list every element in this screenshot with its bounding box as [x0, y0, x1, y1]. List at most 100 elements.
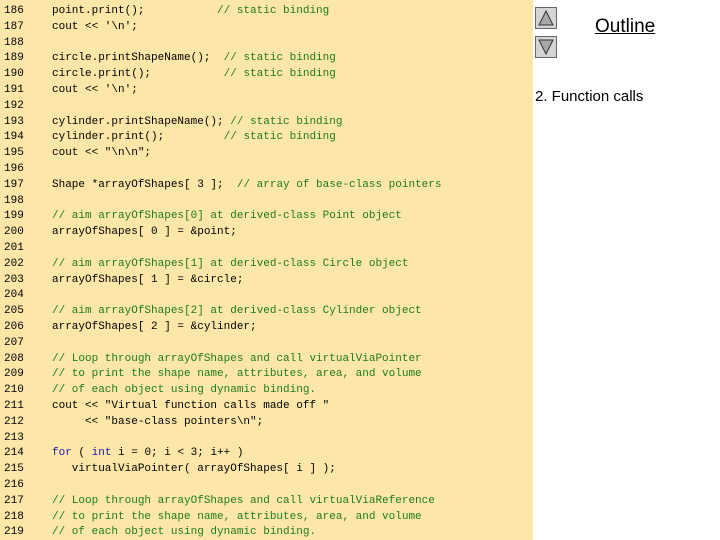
- line-number: 203: [4, 273, 24, 286]
- code-line: 207: [0, 335, 533, 351]
- code-token: (: [71, 447, 92, 460]
- code-text: arrayOfShapes[ 2 ] = &cylinder;: [52, 319, 257, 335]
- code-line: 219 // of each object using dynamic bindi…: [0, 524, 533, 540]
- code-line: 206 arrayOfShapes[ 2 ] = &cylinder;: [0, 319, 533, 335]
- code-text: circle.print(); // static binding: [52, 66, 336, 82]
- line-number: 209: [4, 368, 24, 381]
- code-comment: // static binding: [223, 131, 336, 144]
- line-number: 194: [4, 131, 24, 144]
- code-comment: // static binding: [230, 115, 343, 128]
- line-number: 186: [4, 5, 24, 17]
- code-text: virtualViaPointer( arrayOfShapes[ i ] );: [52, 461, 336, 477]
- code-text: cout << "\n\n";: [52, 145, 151, 161]
- line-number: 217: [4, 494, 24, 507]
- code-text: circle.printShapeName(); // static bindi…: [52, 50, 336, 66]
- code-text: cylinder.print(); // static binding: [52, 129, 336, 145]
- line-number: 214: [4, 447, 24, 460]
- code-line: 218 // to print the shape name, attribute…: [0, 509, 533, 525]
- code-text: point.print(); // static binding: [52, 3, 329, 19]
- line-number: 188: [4, 36, 24, 49]
- code-text: // of each object using dynamic binding.: [52, 524, 316, 540]
- code-line: 199 // aim arrayOfShapes[0] at derived-cl…: [0, 208, 533, 224]
- code-token: virtualViaPointer( arrayOfShapes[ i ] );: [52, 463, 336, 476]
- line-number: 199: [4, 210, 24, 223]
- code-line: 192: [0, 98, 533, 114]
- line-number: 205: [4, 305, 24, 318]
- code-text: // to print the shape name, attributes, …: [52, 366, 422, 382]
- code-line: 193 cylinder.printShapeName(); // static …: [0, 114, 533, 130]
- code-line: 213: [0, 430, 533, 446]
- code-line: 188: [0, 35, 533, 51]
- code-comment: // of each object using dynamic binding.: [52, 384, 317, 397]
- line-number: 208: [4, 352, 24, 365]
- code-token: cylinder.print();: [52, 131, 224, 144]
- code-token: circle.printShapeName();: [52, 52, 224, 65]
- code-comment: // to print the shape name, attributes, …: [52, 368, 422, 381]
- line-number: 216: [4, 479, 24, 491]
- code-text: Shape *arrayOfShapes[ 3 ]; // array of b…: [52, 177, 441, 193]
- code-line: 186 point.print(); // static binding: [0, 3, 533, 19]
- code-comment: // Loop through arrayOfShapes and call v…: [52, 494, 435, 507]
- next-slide-button[interactable]: [535, 36, 557, 58]
- code-text: // Loop through arrayOfShapes and call v…: [52, 351, 422, 367]
- line-number: 187: [4, 20, 24, 33]
- code-comment: // array of base-class pointers: [236, 178, 442, 191]
- line-number: 189: [4, 52, 24, 65]
- code-comment: // aim arrayOfShapes[0] at derived-class…: [52, 210, 402, 223]
- line-number: 210: [4, 384, 24, 397]
- code-comment: // static binding: [217, 5, 330, 17]
- code-text: cout << '\n';: [52, 82, 138, 98]
- code-comment: // of each object using dynamic binding.: [52, 526, 317, 539]
- code-text: arrayOfShapes[ 1 ] = &circle;: [52, 272, 243, 288]
- line-number: 212: [4, 415, 24, 428]
- line-number: 195: [4, 147, 24, 160]
- code-keyword: int: [91, 447, 112, 460]
- code-token: arrayOfShapes[ 2 ] = &cylinder;: [52, 321, 257, 333]
- code-line: 198: [0, 193, 533, 209]
- outline-link[interactable]: Outline: [595, 16, 655, 38]
- code-line: 205 // aim arrayOfShapes[2] at derived-cl…: [0, 303, 533, 319]
- code-line: 190 circle.print(); // static binding: [0, 66, 533, 82]
- code-text: // of each object using dynamic binding.: [52, 382, 316, 398]
- code-line: 211 cout << "Virtual function calls made …: [0, 398, 533, 414]
- triangle-down-icon: [538, 39, 554, 55]
- code-text: // aim arrayOfShapes[0] at derived-class…: [52, 208, 402, 224]
- code-text: for ( int i = 0; i < 3; i++ ): [52, 445, 243, 461]
- code-token: Shape *arrayOfShapes[ 3 ];: [52, 178, 237, 191]
- line-number: 192: [4, 99, 24, 112]
- code-text: // aim arrayOfShapes[1] at derived-class…: [52, 256, 408, 272]
- code-line: 194 cylinder.print(); // static binding: [0, 129, 533, 145]
- line-number: 211: [4, 400, 24, 412]
- line-number: 213: [4, 431, 24, 444]
- code-token: << "base-class pointers\n";: [52, 415, 264, 428]
- line-number: 206: [4, 321, 24, 333]
- line-number: 197: [4, 178, 24, 191]
- code-line: 208 // Loop through arrayOfShapes and cal…: [0, 351, 533, 367]
- code-line: 210 // of each object using dynamic bindi…: [0, 382, 533, 398]
- triangle-up-icon: [538, 10, 554, 26]
- code-line: 195 cout << "\n\n";: [0, 145, 533, 161]
- code-line: 196: [0, 161, 533, 177]
- line-number: 215: [4, 463, 24, 476]
- code-token: arrayOfShapes[ 0 ] = &point;: [52, 226, 237, 239]
- code-comment: // aim arrayOfShapes[1] at derived-class…: [52, 257, 409, 270]
- code-text: cout << '\n';: [52, 19, 138, 35]
- code-token: cout << "Virtual function calls made off…: [52, 400, 330, 412]
- code-line: 201: [0, 240, 533, 256]
- code-token: i = 0; i < 3; i++ ): [111, 447, 244, 460]
- previous-slide-button[interactable]: [535, 7, 557, 29]
- code-text: << "base-class pointers\n";: [52, 414, 263, 430]
- code-line: 217 // Loop through arrayOfShapes and cal…: [0, 493, 533, 509]
- code-token: arrayOfShapes[ 1 ] = &circle;: [52, 273, 244, 286]
- code-comment: // static binding: [223, 52, 336, 65]
- line-number: 196: [4, 163, 24, 175]
- code-text: cylinder.printShapeName(); // static bin…: [52, 114, 342, 130]
- line-number: 219: [4, 526, 24, 539]
- line-number: 190: [4, 68, 24, 81]
- line-number: 218: [4, 510, 24, 523]
- code-text: // aim arrayOfShapes[2] at derived-class…: [52, 303, 422, 319]
- code-token: circle.print();: [52, 68, 224, 81]
- line-number: 207: [4, 336, 24, 349]
- line-number: 193: [4, 115, 24, 128]
- line-number: 201: [4, 242, 24, 254]
